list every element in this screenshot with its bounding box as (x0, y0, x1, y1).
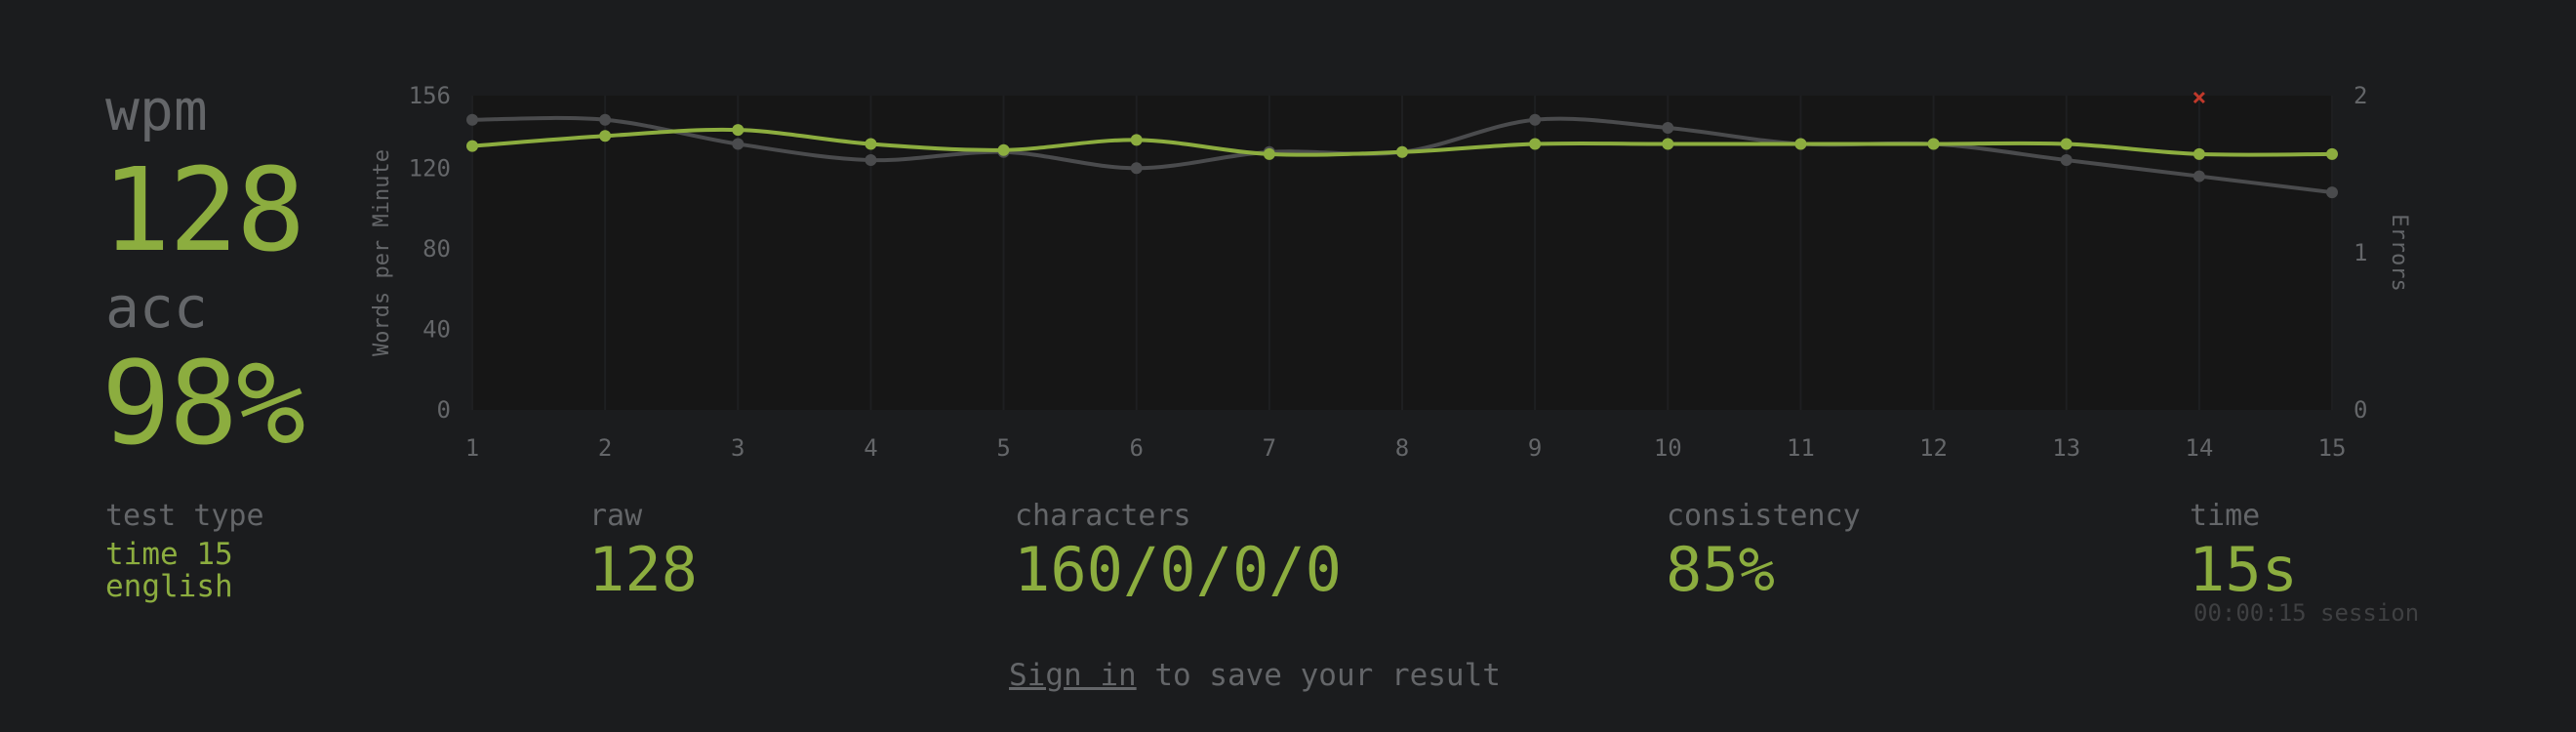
session-time: 00:00:15 session (2194, 599, 2420, 627)
test-type-label: test type (105, 499, 264, 533)
data-point-wpm (997, 143, 1010, 156)
y2-tick-label: 0 (2354, 396, 2367, 424)
x-tick-label: 14 (2185, 434, 2213, 462)
signin-link[interactable]: Sign in (1009, 658, 1137, 693)
x-tick-label: 13 (2052, 434, 2080, 462)
data-point-raw (1529, 113, 1542, 126)
y-axis-title: Words per Minute (370, 149, 394, 356)
signin-prompt: Sign in to save your result (1009, 658, 1501, 693)
x-tick-label: 10 (1654, 434, 1682, 462)
y-tick-label: 0 (437, 396, 451, 424)
data-point-wpm (732, 124, 745, 137)
test-type-language[interactable]: english (105, 570, 233, 603)
data-point-wpm (865, 138, 877, 150)
y2-tick-label: 1 (2354, 239, 2367, 266)
x-tick-label: 4 (864, 434, 877, 462)
x-tick-label: 5 (996, 434, 1010, 462)
data-point-raw (466, 113, 478, 126)
data-point-raw (599, 113, 612, 126)
time-value: 15s (2189, 534, 2298, 605)
x-tick-label: 11 (1787, 434, 1815, 462)
x-tick-label: 2 (598, 434, 612, 462)
y-tick-label: 156 (409, 82, 451, 109)
data-point-raw (732, 138, 745, 150)
data-point-raw (2326, 186, 2338, 199)
x-tick-label: 12 (1919, 434, 1948, 462)
raw-value: 128 (588, 534, 698, 605)
data-point-raw (1662, 122, 1674, 135)
data-point-wpm (1263, 147, 1275, 160)
x-tick-label: 8 (1395, 434, 1409, 462)
wpm-chart: 1 2 3 4 5 6 7 8 9 10 11 12 13 14 1504080120156012Words… (370, 82, 2411, 462)
y-tick-label: 40 (423, 315, 451, 343)
characters-value: 160/0/0/0 (1014, 534, 1342, 605)
y-tick-label: 80 (423, 235, 451, 263)
data-point-wpm (1927, 138, 1940, 150)
data-point-raw (2193, 170, 2205, 183)
data-point-wpm (466, 140, 478, 152)
x-tick-label: 6 (1129, 434, 1143, 462)
data-point-wpm (1529, 138, 1542, 150)
y-tick-label: 120 (409, 154, 451, 182)
consistency-label: consistency (1667, 499, 1861, 533)
raw-label: raw (589, 499, 643, 533)
data-point-wpm (1130, 134, 1143, 146)
data-point-wpm (2060, 138, 2073, 150)
data-point-wpm (1794, 138, 1807, 150)
signin-rest: to save your result (1136, 658, 1501, 693)
y2-tick-label: 2 (2354, 82, 2367, 109)
data-point-wpm (2326, 147, 2338, 160)
x-tick-label: 3 (731, 434, 745, 462)
data-point-raw (865, 154, 877, 167)
test-type-mode[interactable]: time 15 (105, 538, 233, 571)
x-tick-label: 1 (465, 434, 479, 462)
data-point-wpm (1662, 138, 1674, 150)
consistency-value: 85% (1666, 534, 1775, 605)
x-tick-label: 9 (1528, 434, 1542, 462)
x-tick-label: 15 (2318, 434, 2347, 462)
data-point-wpm (599, 130, 612, 142)
time-label: time (2190, 499, 2261, 533)
data-point-wpm (2193, 147, 2205, 160)
data-point-wpm (1396, 145, 1408, 158)
characters-label: characters (1015, 499, 1191, 533)
data-point-raw (2060, 154, 2073, 167)
data-point-raw (1130, 162, 1143, 175)
x-tick-label: 7 (1263, 434, 1276, 462)
y2-axis-title: Errors (2387, 214, 2411, 291)
